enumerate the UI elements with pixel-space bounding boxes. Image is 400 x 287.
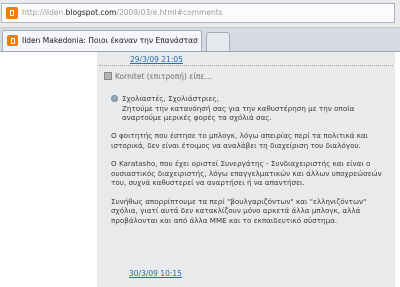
- url-text: http://ilden.blogspot.com/2009/03/e.html…: [22, 8, 223, 17]
- divider: [99, 65, 393, 66]
- comments-section: 29/3/09 21:05 Kornitet (επιτροπή) είπε..…: [97, 52, 395, 287]
- comment-paragraph-text: Σχολιαστές, Σχολιάστριες, Ζητούμε την κα…: [122, 94, 355, 123]
- url-domain: blogspot.com: [65, 8, 117, 17]
- url-path: /2009/03/e.html#comments: [116, 8, 223, 17]
- comment-paragraph: Ο Karatasho, που έχει οριστεί Συνεργάτης…: [111, 159, 382, 188]
- comment-paragraph: Σχολιαστές, Σχολιάστριες, Ζητούμε την κα…: [111, 94, 389, 123]
- address-bar: http://ilden.blogspot.com/2009/03/e.html…: [0, 0, 400, 28]
- author-line: Kornitet (επιτροπή) είπε...: [115, 72, 212, 81]
- user-icon: [104, 72, 112, 80]
- comment-paragraph: Συνήθως απορρίπτουμε τα περί "βουλγαριζό…: [111, 196, 367, 225]
- comment-timestamp-link[interactable]: 30/3/09 10:15: [129, 269, 182, 278]
- tab-strip: Ilden Makedonia: Ποιοι έκαναν την Επανάσ…: [0, 28, 400, 52]
- url-prefix: http://ilden.: [22, 8, 66, 17]
- tab-ilden-makedonia[interactable]: Ilden Makedonia: Ποιοι έκαναν την Επανάσ…: [2, 30, 202, 51]
- comment-timestamp-link[interactable]: 29/3/09 21:05: [130, 55, 183, 64]
- page-content: 29/3/09 21:05 Kornitet (επιτροπή) είπε..…: [0, 52, 400, 287]
- url-field[interactable]: http://ilden.blogspot.com/2009/03/e.html…: [1, 3, 395, 23]
- greeting-icon: [111, 95, 118, 102]
- tab-title: Ilden Makedonia: Ποιοι έκαναν την Επανάσ…: [22, 36, 198, 45]
- comment-paragraph: Ο φοιτητής που έστησε το μπλογκ, λόγω απ…: [111, 131, 369, 150]
- blogger-icon: [6, 7, 18, 19]
- new-tab-icon[interactable]: [206, 32, 230, 51]
- comment-body: Σχολιαστές, Σχολιάστριες, Ζητούμε την κα…: [111, 94, 389, 234]
- blogger-icon: [7, 35, 18, 46]
- comment-author: Kornitet (επιτροπή) είπε...: [104, 72, 212, 81]
